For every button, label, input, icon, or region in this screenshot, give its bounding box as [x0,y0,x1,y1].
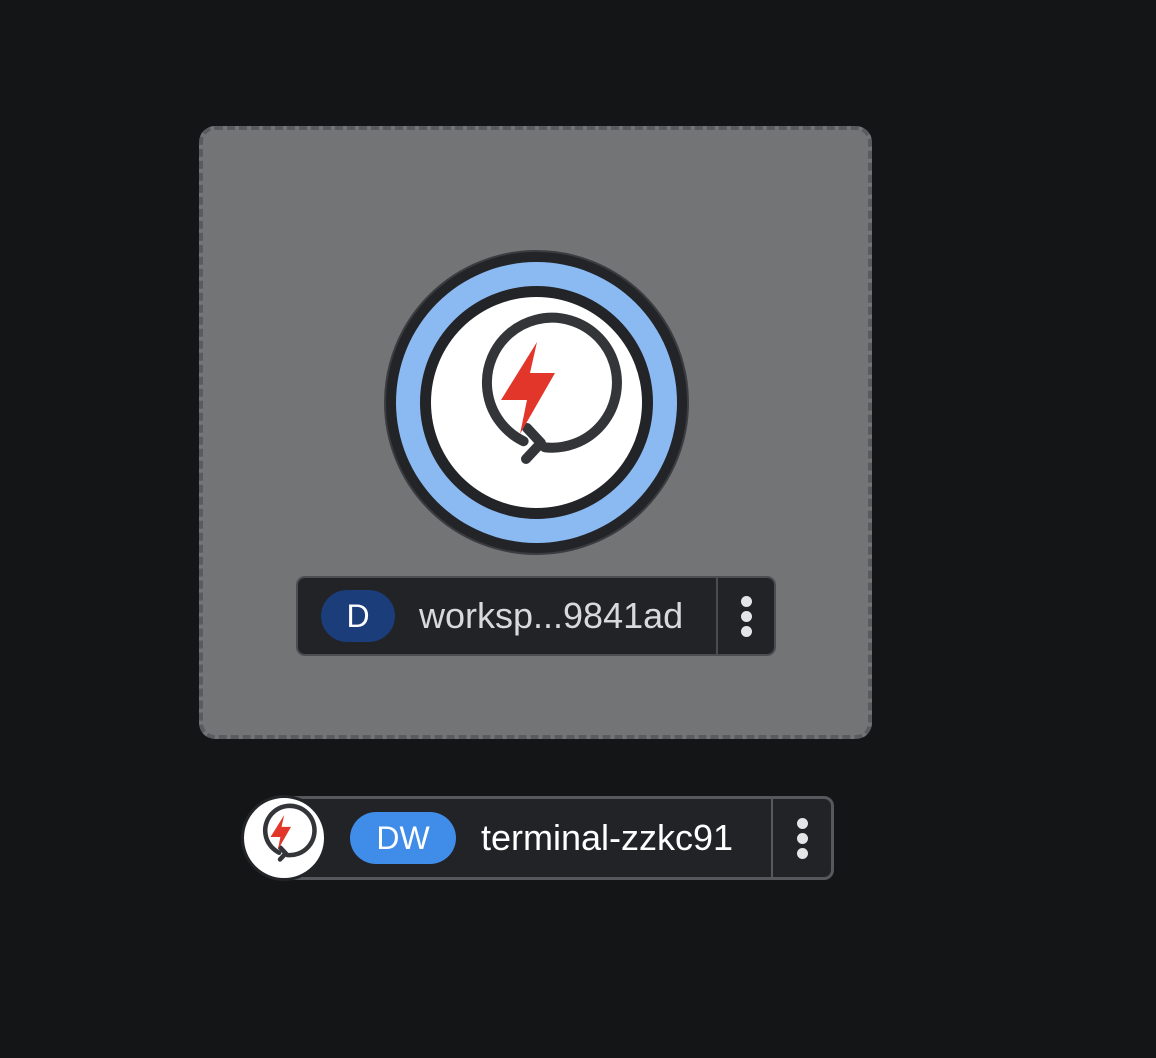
workspace-name: worksp...9841ad [419,595,684,636]
lightning-refresh-icon [481,312,622,464]
node-selection-ring [396,262,677,543]
kebab-menu-icon[interactable] [716,578,774,654]
kebab-menu-icon[interactable] [771,799,831,877]
workspace-node-label[interactable]: D worksp...9841ad [296,576,776,656]
lightning-refresh-icon [262,803,317,862]
terminal-node-label[interactable]: DW terminal-zzkc91 [268,796,834,880]
resource-kind-badge: DW [350,812,456,864]
terminal-node[interactable] [241,795,327,881]
terminal-name: terminal-zzkc91 [481,817,734,858]
topology-canvas[interactable]: D worksp...9841ad DW terminal-zzkc91 [0,0,1156,1058]
workspace-node[interactable] [384,250,689,555]
resource-kind-badge: D [321,590,395,642]
